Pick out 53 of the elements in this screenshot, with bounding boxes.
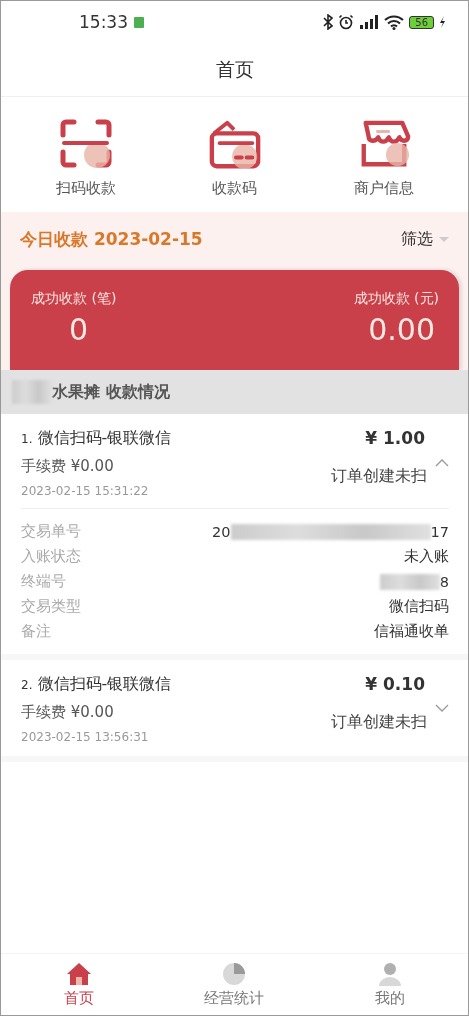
home-icon: [65, 962, 92, 986]
charging-icon: [439, 16, 446, 28]
detail-value: 未入账: [404, 547, 449, 566]
battery-level: 56: [409, 15, 434, 29]
chevron-down-icon[interactable]: [435, 704, 449, 713]
detail-label: 入账状态: [21, 547, 81, 566]
transaction-name: 1. 微信扫码-银联微信: [21, 428, 172, 449]
wifi-icon: [384, 14, 405, 30]
fee-text: 手续费 ¥0.00: [21, 703, 115, 722]
status-time: 15:33: [79, 12, 128, 32]
tab-item[interactable]: 经营统计: [174, 962, 295, 1015]
detail-label: 备注: [21, 622, 51, 641]
detail-label: 终端号: [21, 572, 66, 591]
detail-value: 信福通收单: [374, 622, 449, 641]
transaction-name: 2. 微信扫码-银联微信: [21, 674, 172, 695]
filter-dropdown[interactable]: 筛选: [401, 228, 449, 250]
page-title: 首页: [215, 56, 254, 82]
notification-icon: [134, 16, 144, 28]
detail-label: 交易类型: [21, 597, 81, 616]
metric-label: 成功收款 (笔): [31, 290, 117, 308]
shortcut-button[interactable]: 商户信息: [323, 119, 444, 198]
section-title: 水果摊 收款情况: [52, 381, 170, 403]
tab-item[interactable]: 我的: [330, 962, 451, 1015]
shortcut-button[interactable]: 扫码收款: [25, 119, 146, 198]
detail-value: 微信扫码: [389, 597, 449, 616]
fee-text: 手续费 ¥0.00: [21, 457, 115, 476]
wallet-icon: [207, 119, 262, 171]
pie-chart-icon: [221, 962, 248, 986]
tab-item[interactable]: 首页: [18, 962, 139, 1015]
bluetooth-icon: [323, 14, 334, 30]
transaction-card[interactable]: 2. 微信扫码-银联微信 手续费 ¥0.00 2023-02-15 13:56:31 ¥ 0.10 订单创建未扫: [1, 660, 468, 762]
today-title: 今日收款 2023-02-15: [20, 227, 203, 251]
order-status: 订单创建未扫: [331, 712, 427, 733]
detail-value: 8: [439, 573, 449, 590]
chevron-up-icon[interactable]: [435, 458, 449, 467]
alarm-icon: [338, 14, 355, 30]
metric-value: 0.00: [368, 312, 436, 347]
metric-value: 0: [68, 312, 90, 347]
transaction-amount: ¥ 0.10: [365, 674, 426, 694]
shortcut-button[interactable]: 收款码: [174, 119, 295, 198]
transaction-amount: ¥ 1.00: [365, 428, 426, 448]
detail-value: 17: [430, 523, 449, 540]
signal-icon: [359, 15, 380, 29]
metric-label: 成功收款 (元): [353, 290, 439, 308]
detail-label: 交易单号: [21, 522, 81, 541]
redaction-blur: [379, 573, 440, 590]
order-status: 订单创建未扫: [331, 466, 427, 487]
transaction-time: 2023-02-15 13:56:31: [21, 730, 150, 744]
user-icon: [377, 962, 404, 986]
transaction-time: 2023-02-15 15:31:22: [21, 484, 150, 498]
scan-icon: [58, 119, 113, 171]
detail-value: 20: [212, 523, 231, 540]
transaction-card[interactable]: 1. 微信扫码-银联微信 手续费 ¥0.00 2023-02-15 15:31:22 ¥ 1.00 订单创建未扫 交易单号 20 17 入账状态 未入账 终端号 8 交易类型 微信扫码 备注 信福通收单: [1, 414, 468, 660]
